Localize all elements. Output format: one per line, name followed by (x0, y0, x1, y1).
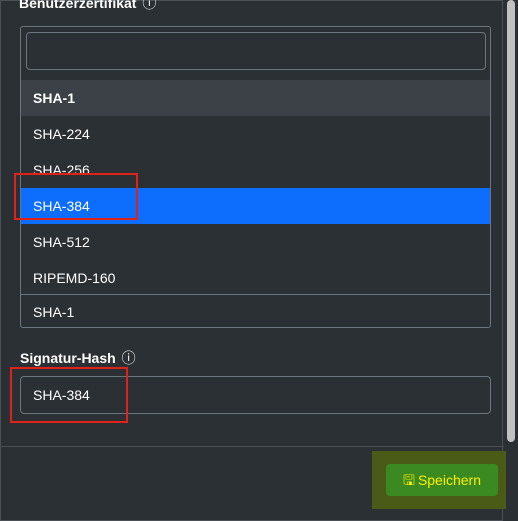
dropdown-option-ripemd-160[interactable]: RIPEMD-160 (21, 260, 490, 296)
dropdown-search-input[interactable] (26, 32, 486, 70)
certificate-label: Benutzerzertifikat ⓘ (19, 0, 156, 13)
annotation-box-dropdown-option (14, 173, 138, 220)
annotation-box-hash-field (10, 367, 128, 423)
scrollbar-thumb[interactable] (507, 0, 515, 442)
dropdown-current-selection[interactable]: SHA-1 (21, 294, 490, 328)
scrollbar[interactable] (505, 0, 518, 521)
settings-panel: Benutzerzertifikat ⓘ SHA-1 SHA-224 SHA-2… (0, 0, 504, 521)
dropdown-group-header: SHA-1 (21, 80, 490, 116)
help-icon[interactable]: ⓘ (122, 350, 136, 366)
dropdown-option-sha-512[interactable]: SHA-512 (21, 224, 490, 260)
help-icon[interactable]: ⓘ (142, 0, 156, 11)
save-highlight: 🖫 Speichern (372, 451, 506, 509)
floppy-disk-icon: 🖫 (403, 472, 415, 488)
footer-divider (1, 446, 504, 447)
signature-hash-label: Signatur-Hash ⓘ (20, 350, 136, 366)
save-button[interactable]: 🖫 Speichern (386, 464, 498, 496)
dropdown-option-sha-224[interactable]: SHA-224 (21, 116, 490, 152)
